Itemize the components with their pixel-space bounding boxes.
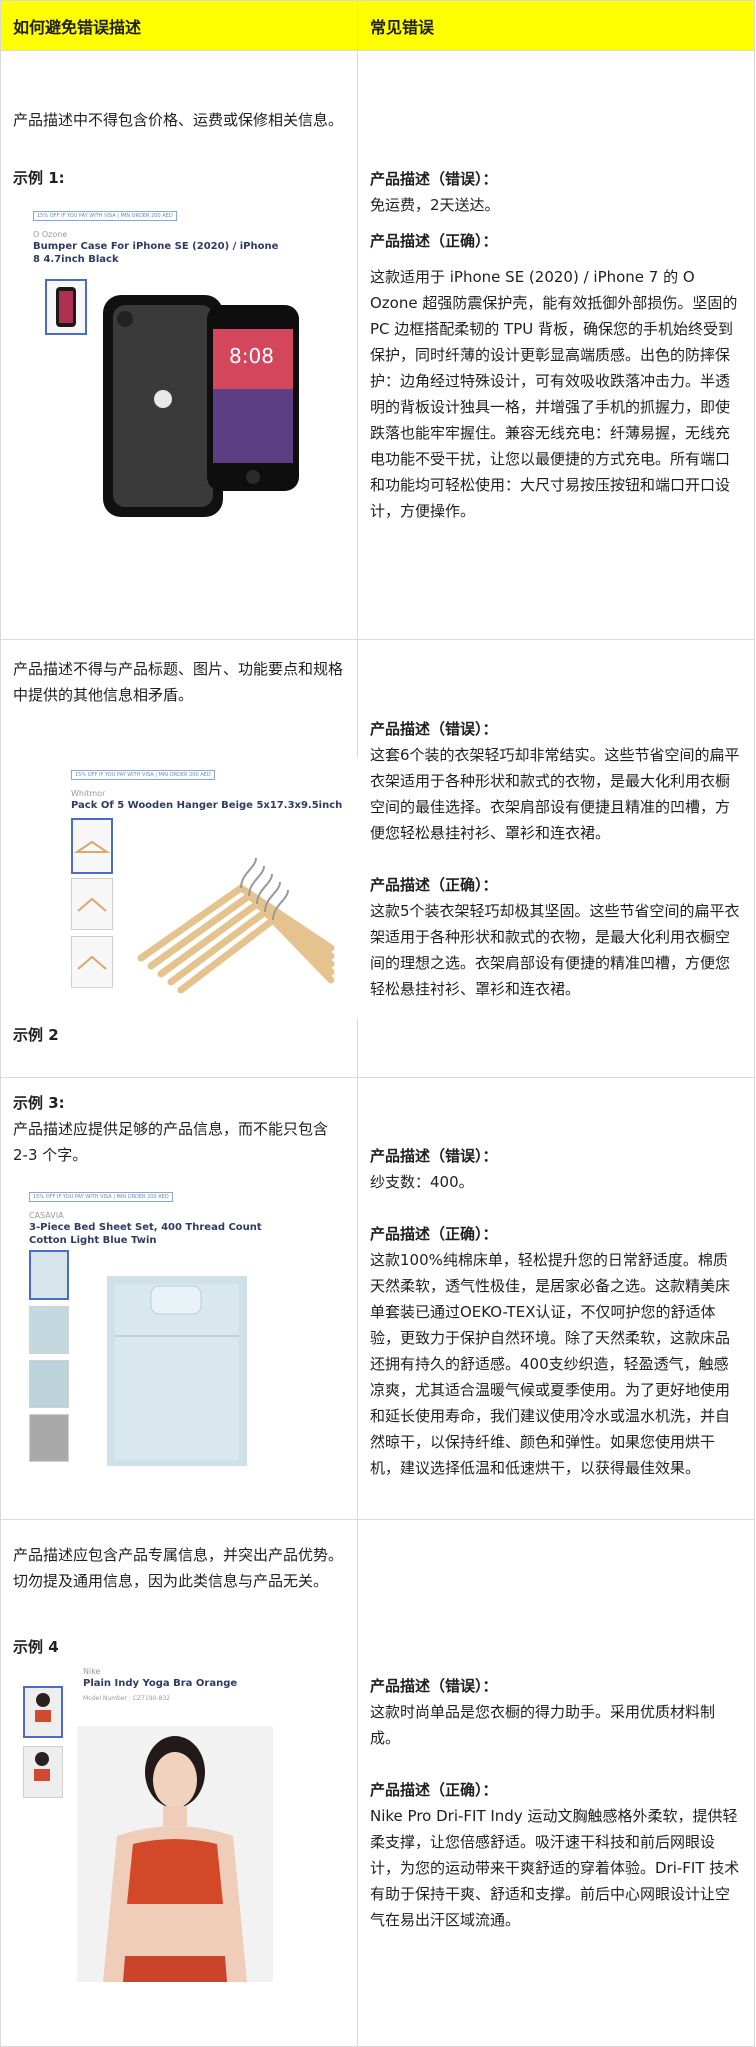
- wrong-label: 产品描述（错误）：: [370, 170, 498, 188]
- rule-cell: 产品描述应包含产品专属信息，并突出产品优势。切勿提及通用信息，因为此类信息与产品…: [0, 1519, 358, 2047]
- phone-thumb-icon: [56, 287, 76, 327]
- product-title: Bumper Case For iPhone SE (2020) / iPhon…: [33, 241, 279, 265]
- thumbnail[interactable]: [29, 1306, 69, 1354]
- table-row: 产品描述中不得包含价格、运费或保修相关信息。 示例 1: 15% OFF IF …: [0, 50, 755, 640]
- thumbnail[interactable]: [71, 936, 113, 988]
- example-label: 示例 2: [13, 1026, 59, 1044]
- thumbnail[interactable]: [29, 1360, 69, 1408]
- thumbnail-selected[interactable]: [71, 818, 113, 874]
- rule-text: 产品描述中不得包含价格、运费或保修相关信息。: [13, 111, 344, 129]
- promo-badge: 15% OFF IF YOU PAY WITH VISA | MIN ORDER…: [29, 1192, 173, 1202]
- wrong-label: 产品描述（错误）：: [370, 719, 498, 738]
- right-text: 这款5个装衣架轻巧却极其坚固。这些节省空间的扁平衣架适用于各种形状和款式的衣物，…: [370, 901, 740, 998]
- rule-text: 产品描述应提供足够的产品信息，而不能只包含 2-3 个字。: [13, 1120, 329, 1164]
- rule-text: 产品描述应包含产品专属信息，并突出产品优势。切勿提及通用信息，因为此类信息与产品…: [13, 1546, 344, 1590]
- rule-text: 产品描述不得与产品标题、图片、功能要点和规格中提供的其他信息相矛盾。: [13, 660, 344, 704]
- thumbnail-selected[interactable]: [23, 1686, 63, 1738]
- model-thumb-icon: [35, 1693, 51, 1722]
- hanger-thumb-icon: [73, 840, 111, 853]
- table-row: 示例 3: 产品描述应提供足够的产品信息，而不能只包含 2-3 个字。 15% …: [0, 1077, 755, 1520]
- rule-cell: 产品描述不得与产品标题、图片、功能要点和规格中提供的其他信息相矛盾。 15% O…: [0, 639, 361, 1078]
- rule-cell: 示例 3: 产品描述应提供足够的产品信息，而不能只包含 2-3 个字。 15% …: [0, 1077, 358, 1520]
- thumbnail-selected[interactable]: [29, 1250, 69, 1300]
- promo-badge: 15% OFF IF YOU PAY WITH VISA | MIN ORDER…: [33, 211, 177, 221]
- wrong-text: 这套6个装的衣架轻巧却非常结实。这些节省空间的扁平衣架适用于各种形状和款式的衣物…: [370, 745, 740, 842]
- yoga-bra-image: [77, 1726, 273, 1982]
- promo-badge: 15% OFF IF YOU PAY WITH VISA | MIN ORDER…: [71, 770, 215, 780]
- right-label: 产品描述（正确）：: [370, 1224, 498, 1243]
- wrong-text: 免运费，2天送达。: [370, 196, 500, 214]
- header-col-common-errors: 常见错误: [357, 0, 755, 51]
- example-label: 示例 4: [13, 1638, 59, 1656]
- thumbnail-selected[interactable]: [45, 279, 87, 335]
- product-title: Pack Of 5 Wooden Hanger Beige 5x17.3x9.5…: [71, 800, 343, 811]
- wrong-text: 这款时尚单品是您衣橱的得力助手。采用优质材料制成。: [370, 1703, 716, 1747]
- product-title: 3-Piece Bed Sheet Set, 400 Thread Count …: [29, 1222, 262, 1246]
- hanger-image: [137, 857, 335, 994]
- example-label: 示例 1:: [13, 169, 65, 187]
- wrong-text: 纱支数：400。: [370, 1172, 474, 1191]
- product-brand: CASAVIA: [29, 1211, 64, 1220]
- product-model: Model Number : CZ7190-832: [83, 1695, 171, 1702]
- bedsheet-image: [107, 1276, 247, 1466]
- rule-cell: 产品描述中不得包含价格、运费或保修相关信息。 示例 1: 15% OFF IF …: [0, 50, 358, 640]
- product-card-yoga-bra: Nike Plain Indy Yoga Bra Orange Model Nu…: [23, 1666, 283, 1986]
- example-label: 示例 3:: [13, 1094, 65, 1112]
- product-card-phone-case: 15% OFF IF YOU PAY WITH VISA | MIN ORDER…: [33, 199, 333, 529]
- hanger-thumb-icon: [77, 955, 107, 970]
- model-thumb-icon: [34, 1752, 50, 1781]
- errors-cell: 产品描述（错误）： 这款时尚单品是您衣橱的得力助手。采用优质材料制成。 产品描述…: [357, 1519, 755, 2047]
- wrong-label: 产品描述（错误）：: [370, 1677, 498, 1695]
- errors-cell: 产品描述（错误）： 纱支数：400。 产品描述（正确）： 这款100%纯棉床单，…: [357, 1077, 755, 1520]
- header-col-how-to-avoid: 如何避免错误描述: [0, 0, 358, 51]
- wrong-label: 产品描述（错误）：: [370, 1146, 498, 1165]
- right-label: 产品描述（正确）：: [370, 1781, 498, 1799]
- errors-cell: 产品描述（错误）： 免运费，2天送达。 产品描述（正确）： 这款适用于 iPho…: [357, 50, 755, 640]
- product-card-bedsheet: 15% OFF IF YOU PAY WITH VISA | MIN ORDER…: [29, 1180, 329, 1470]
- phone-screen-time: 8:08: [229, 344, 274, 368]
- product-title: Plain Indy Yoga Bra Orange: [83, 1678, 238, 1689]
- thumbnail[interactable]: [29, 1414, 69, 1462]
- table-row: 产品描述应包含产品专属信息，并突出产品优势。切勿提及通用信息，因为此类信息与产品…: [0, 1519, 755, 2047]
- product-brand: Nike: [83, 1667, 101, 1676]
- right-text: 这款100%纯棉床单，轻松提升您的日常舒适度。棉质天然柔软，透气性极佳，是居家必…: [370, 1250, 731, 1477]
- guideline-table: 如何避免错误描述 常见错误 产品描述中不得包含价格、运费或保修相关信息。 示例 …: [0, 0, 755, 2047]
- right-text: Nike Pro Dri-FIT Indy 运动文胸触感格外柔软，提供轻柔支撑，…: [370, 1807, 740, 1929]
- header-row: 如何避免错误描述 常见错误: [0, 0, 755, 51]
- phone-case-image: 8:08: [103, 295, 299, 517]
- right-text: 这款适用于 iPhone SE (2020) / iPhone 7 的 O Oz…: [370, 268, 738, 520]
- errors-cell: 产品描述（错误）： 这套6个装的衣架轻巧却非常结实。这些节省空间的扁平衣架适用于…: [357, 639, 755, 1078]
- thumbnail[interactable]: [23, 1746, 63, 1798]
- hanger-thumb-icon: [77, 897, 107, 912]
- product-brand: Whitmor: [71, 789, 106, 798]
- right-label: 产品描述（正确）：: [370, 875, 498, 894]
- product-brand: O Ozone: [33, 230, 68, 239]
- table-row: 产品描述不得与产品标题、图片、功能要点和规格中提供的其他信息相矛盾。 15% O…: [0, 639, 755, 1078]
- right-label: 产品描述（正确）：: [370, 232, 498, 250]
- thumbnail[interactable]: [71, 878, 113, 930]
- product-card-hanger: 15% OFF IF YOU PAY WITH VISA | MIN ORDER…: [71, 758, 361, 1018]
